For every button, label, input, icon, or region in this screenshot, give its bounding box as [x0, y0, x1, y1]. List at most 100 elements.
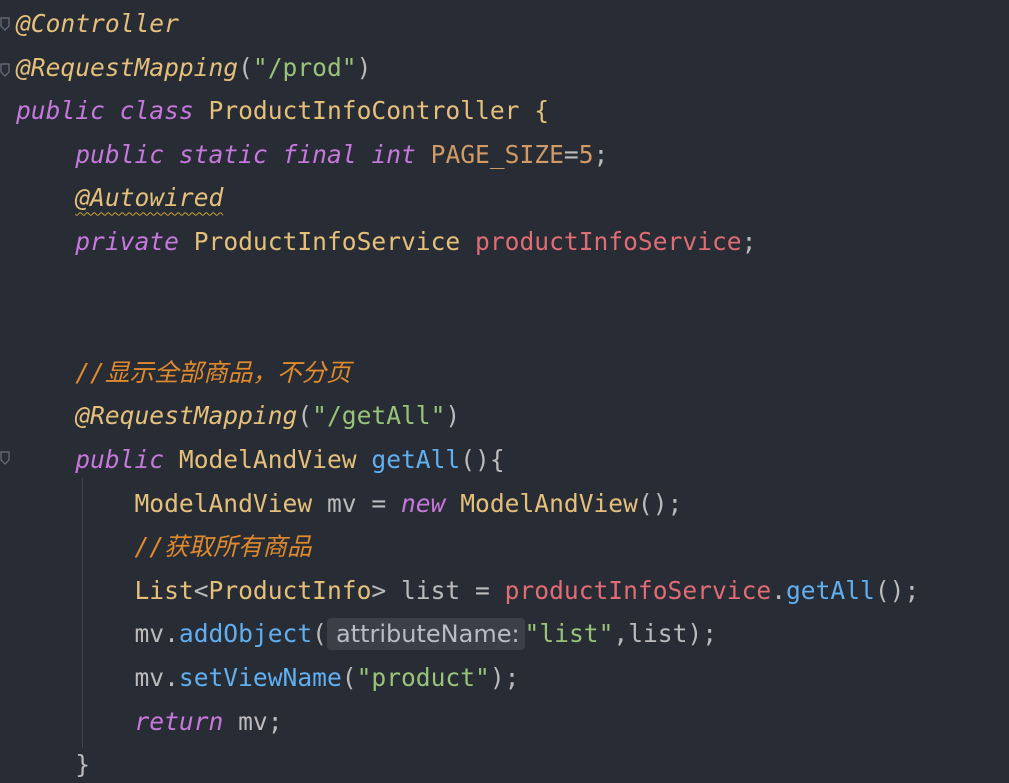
code-token: //显示全部商品，不分页 — [75, 357, 351, 387]
code-token: int — [371, 139, 416, 169]
fold-expand-icon[interactable] — [0, 450, 10, 466]
code-token: < — [193, 575, 209, 605]
code-token: return — [134, 706, 224, 736]
code-token: "product" — [356, 663, 490, 692]
code-token: public — [75, 445, 165, 474]
code-line[interactable]: mv.addObject(attributeName: "list",list); — [16, 617, 717, 651]
code-token: (); — [874, 575, 920, 605]
code-token: ); — [489, 663, 520, 692]
fold-collapse-icon[interactable] — [0, 16, 10, 32]
code-token: setViewName — [178, 663, 342, 692]
code-line[interactable]: return mv; — [16, 705, 283, 739]
code-token: ,list); — [613, 619, 718, 649]
code-token: @Autowired — [75, 183, 224, 213]
code-token: (); — [637, 488, 683, 518]
code-token: ModelAndView — [178, 445, 357, 474]
code-token: "list" — [524, 619, 614, 649]
code-token: ProductInfo — [208, 575, 372, 605]
code-token: "/getAll" — [312, 401, 446, 431]
code-token: productInfoService — [504, 575, 772, 605]
code-token: getAll — [786, 575, 875, 605]
code-token: //获取所有商品 — [134, 532, 312, 562]
code-token: . — [771, 575, 786, 605]
code-token: ProductInfoService — [193, 227, 461, 256]
code-token: mv. — [134, 663, 179, 692]
code-token: ( — [238, 52, 253, 82]
code-token: public — [16, 96, 105, 126]
code-line[interactable]: @RequestMapping("/prod") — [16, 51, 371, 85]
code-token: mv. — [134, 619, 179, 649]
code-line[interactable]: } — [16, 748, 90, 782]
code-line[interactable]: @Controller — [16, 7, 179, 41]
code-token: ( — [341, 663, 357, 692]
code-token: new — [401, 488, 446, 518]
code-token: class — [119, 96, 194, 126]
fold-gutter — [0, 0, 14, 783]
code-token: mv; — [223, 706, 283, 736]
code-line[interactable]: //获取所有商品 — [16, 530, 312, 564]
code-token: ( — [312, 619, 327, 649]
code-line[interactable]: public static final int PAGE_SIZE=5; — [16, 138, 608, 172]
code-token: ; — [593, 139, 609, 169]
code-token: PAGE_SIZE — [430, 139, 564, 169]
code-token: ) — [445, 401, 461, 431]
code-line[interactable]: private ProductInfoService productInfoSe… — [16, 225, 756, 259]
fold-collapse-icon[interactable] — [0, 62, 10, 78]
code-token: productInfoService — [475, 227, 742, 256]
code-token: "/prod" — [252, 52, 357, 82]
code-token: 5 — [578, 139, 594, 169]
code-token: final — [282, 139, 357, 169]
code-token: getAll — [371, 445, 461, 474]
code-editor[interactable]: @Controller @RequestMapping("/prod") publi… — [0, 0, 1009, 783]
code-token: ModelAndView — [134, 488, 313, 518]
code-token: ; — [741, 227, 757, 256]
code-line[interactable]: List<ProductInfo> list = productInfoServ… — [16, 574, 919, 608]
code-token: public — [75, 139, 165, 169]
code-token: @RequestMapping — [75, 401, 298, 431]
code-token: static — [178, 139, 268, 169]
code-token: ModelAndView — [460, 488, 638, 518]
code-line[interactable]: @Autowired — [16, 181, 223, 215]
code-token: > list = — [371, 575, 505, 605]
code-line[interactable]: //显示全部商品，不分页 — [16, 356, 351, 390]
code-token: List — [134, 575, 194, 605]
code-line[interactable]: public class ProductInfoController { — [16, 94, 549, 128]
code-token: private — [75, 227, 179, 256]
code-token: @RequestMapping — [16, 52, 239, 82]
code-line[interactable]: mv.setViewName("product"); — [16, 661, 519, 695]
code-line[interactable]: @RequestMapping("/getAll") — [16, 399, 460, 433]
code-token: addObject — [178, 619, 313, 649]
code-line[interactable]: ModelAndView mv = new ModelAndView(); — [16, 487, 682, 521]
code-token: ) — [356, 52, 372, 82]
code-token: @Controller — [16, 9, 179, 38]
code-token: = — [563, 139, 579, 169]
code-line[interactable]: public ModelAndView getAll(){ — [16, 443, 505, 477]
code-token: ( — [297, 401, 313, 431]
parameter-hint: attributeName: — [326, 618, 525, 651]
code-token: } — [16, 750, 91, 780]
code-token: ProductInfoController { — [193, 96, 550, 126]
code-token: (){ — [460, 445, 505, 474]
